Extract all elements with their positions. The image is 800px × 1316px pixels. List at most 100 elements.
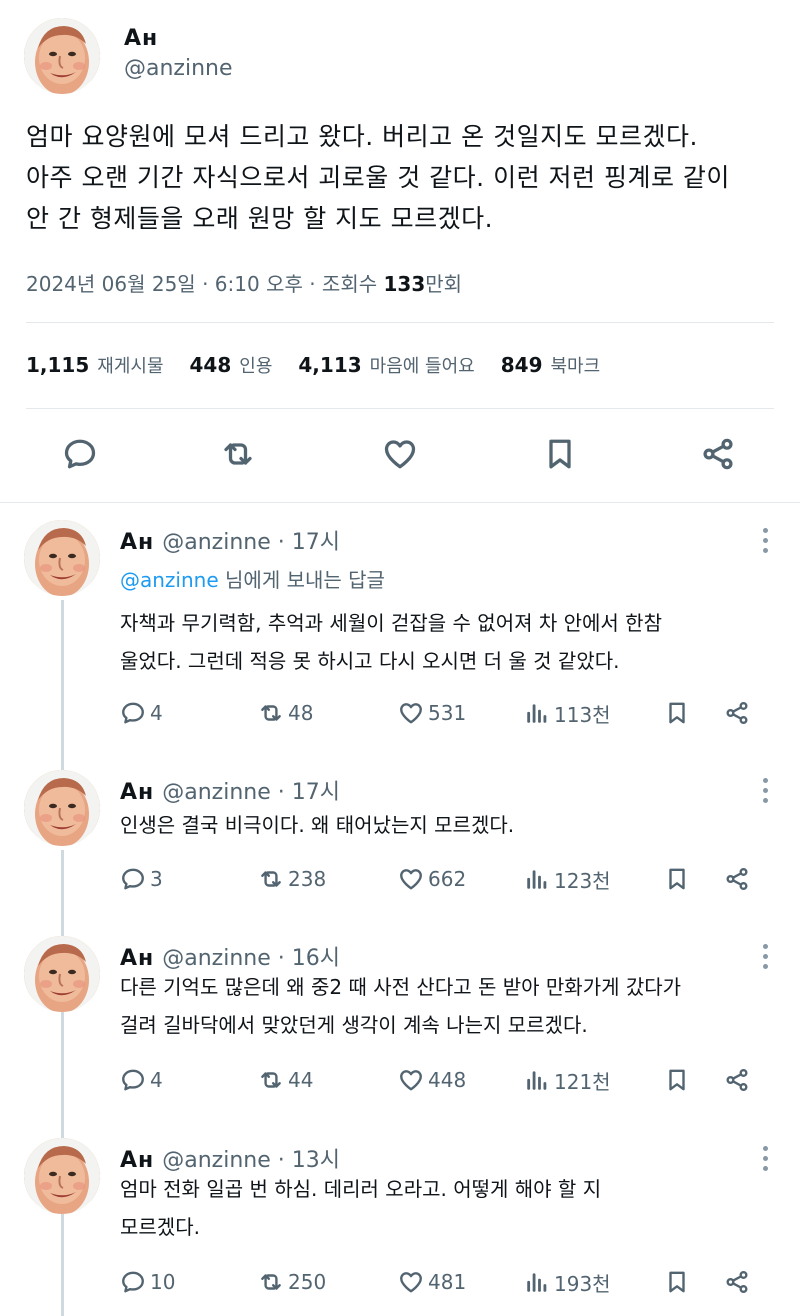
reply-tweet[interactable]: Aн @anzinne · 13시 엄마 전화 일곱 번 하심. 데리러 오라고.…: [0, 1138, 800, 1316]
repost-icon: [258, 866, 284, 892]
like-icon: [398, 700, 424, 726]
share-button[interactable]: [724, 1063, 754, 1097]
views-button[interactable]: 193천: [524, 1265, 611, 1299]
reply-text: 인생은 결국 비극이다. 왜 태어났는지 모르겠다.: [120, 806, 780, 844]
repost-button[interactable]: 44: [258, 1063, 313, 1097]
reply-button[interactable]: 4: [120, 1063, 163, 1097]
more-options-button[interactable]: [760, 528, 770, 558]
avatar[interactable]: [24, 18, 100, 94]
bookmark-icon: [664, 1269, 690, 1295]
repost-button[interactable]: [220, 436, 260, 476]
reply-tweet[interactable]: Aн @anzinne · 17시 @anzinne 님에게 보내는 답글 자책과…: [0, 520, 800, 740]
reply-text: 자책과 무기력함, 추억과 세월이 걷잡을 수 없어져 차 안에서 한참 울었다…: [120, 604, 780, 680]
tweet-actions: [0, 430, 800, 480]
reply-button[interactable]: 3: [120, 862, 163, 896]
bookmark-button[interactable]: [664, 862, 694, 896]
share-button[interactable]: [724, 862, 754, 896]
author-handle[interactable]: @anzinne: [124, 56, 233, 81]
author-name[interactable]: Aн: [124, 26, 158, 51]
reply-icon: [62, 436, 98, 472]
avatar[interactable]: [24, 520, 100, 596]
reply-count: 4: [150, 1068, 163, 1092]
more-options-button[interactable]: [760, 778, 770, 808]
views-button[interactable]: 121천: [524, 1063, 611, 1097]
like-count: 662: [428, 867, 467, 891]
repost-count: 238: [288, 867, 327, 891]
share-icon: [724, 866, 750, 892]
reply-text-line: 자책과 무기력함, 추억과 세월이 걷잡을 수 없어져 차 안에서 한참: [120, 611, 662, 635]
author-name[interactable]: Aн: [120, 780, 154, 805]
tweet-date[interactable]: 2024년 06월 25일 · 6:10 오후 · 조회수: [26, 272, 383, 296]
like-button[interactable]: [382, 436, 422, 476]
repost-button[interactable]: 250: [258, 1265, 326, 1299]
replying-to-link[interactable]: @anzinne: [120, 568, 219, 592]
reply-actions: 10 250 481 193천: [120, 1265, 780, 1299]
reply-count: 10: [150, 1270, 176, 1294]
share-icon: [724, 700, 750, 726]
view-count: 133: [383, 272, 426, 296]
repost-stat[interactable]: 1,115 재게시물: [26, 352, 164, 378]
view-count: 113천: [554, 702, 611, 727]
like-button[interactable]: 531: [398, 696, 466, 730]
share-button[interactable]: [724, 1265, 754, 1299]
quote-label: 인용: [239, 356, 273, 377]
views-button[interactable]: 123천: [524, 862, 611, 896]
profile-photo: [24, 1138, 100, 1214]
bookmark-button[interactable]: [542, 436, 582, 476]
repost-button[interactable]: 238: [258, 862, 326, 896]
repost-count: 250: [288, 1270, 327, 1294]
share-button[interactable]: [700, 436, 740, 476]
repost-label: 재게시물: [97, 356, 164, 377]
bookmark-stat[interactable]: 849 북마크: [501, 352, 600, 378]
repost-count: 44: [288, 1068, 314, 1092]
avatar[interactable]: [24, 770, 100, 846]
share-icon: [724, 1067, 750, 1093]
avatar[interactable]: [24, 1138, 100, 1214]
reply-tweet[interactable]: Aн @anzinne · 16시 다른 기억도 많은데 왜 중2 때 사전 산다…: [0, 936, 800, 1116]
reply-button[interactable]: [62, 436, 102, 476]
views-icon: [524, 866, 550, 892]
reply-time[interactable]: · 17시: [278, 780, 340, 805]
replying-to-text: 님에게 보내는 답글: [218, 568, 385, 592]
bookmark-count: 849: [500, 353, 543, 377]
bookmark-button[interactable]: [664, 696, 694, 730]
quote-stat[interactable]: 448 인용: [190, 352, 273, 378]
views-button[interactable]: 113천: [524, 696, 611, 730]
avatar[interactable]: [24, 936, 100, 1012]
repost-count: 48: [288, 701, 314, 725]
tweet-text-line: 엄마 요양원에 모셔 드리고 왔다. 버리고 온 것일지도 모르겠다.: [26, 122, 698, 151]
reply-button[interactable]: 4: [120, 696, 163, 730]
share-button[interactable]: [724, 696, 754, 730]
divider: [26, 322, 774, 323]
like-icon: [398, 1269, 424, 1295]
like-icon: [382, 436, 418, 472]
like-button[interactable]: 448: [398, 1063, 466, 1097]
divider: [0, 502, 800, 503]
like-stat[interactable]: 4,113 마음에 들어요: [298, 352, 474, 378]
bookmark-label: 북마크: [550, 356, 601, 377]
reply-icon: [120, 1269, 146, 1295]
reply-button[interactable]: 10: [120, 1265, 175, 1299]
like-count: 481: [428, 1270, 467, 1294]
reply-tweet[interactable]: Aн @anzinne · 17시 인생은 결국 비극이다. 왜 태어났는지 모르…: [0, 770, 800, 910]
like-button[interactable]: 662: [398, 862, 466, 896]
view-count: 193천: [554, 1271, 611, 1296]
bookmark-button[interactable]: [664, 1265, 694, 1299]
author-name[interactable]: Aн: [120, 530, 154, 555]
reply-header: Aн @anzinne · 17시: [120, 524, 340, 556]
bookmark-button[interactable]: [664, 1063, 694, 1097]
author-handle[interactable]: @anzinne: [162, 780, 271, 805]
reply-count: 4: [150, 701, 163, 725]
reply-time[interactable]: · 17시: [278, 530, 340, 555]
repost-icon: [258, 1067, 284, 1093]
profile-photo: [24, 936, 100, 1012]
repost-button[interactable]: 48: [258, 696, 313, 730]
repost-count: 1,115: [26, 353, 90, 377]
tweet-text-line: 아주 오랜 기간 자식으로서 괴로울 것 같다. 이런 저런 핑계로 같이: [26, 163, 730, 192]
bookmark-icon: [664, 1067, 690, 1093]
tweet-text-line: 안 간 형제들을 오래 원망 할 지도 모르겠다.: [26, 204, 494, 233]
like-button[interactable]: 481: [398, 1265, 466, 1299]
divider: [26, 408, 774, 409]
author-handle[interactable]: @anzinne: [162, 530, 271, 555]
like-count: 531: [428, 701, 467, 725]
